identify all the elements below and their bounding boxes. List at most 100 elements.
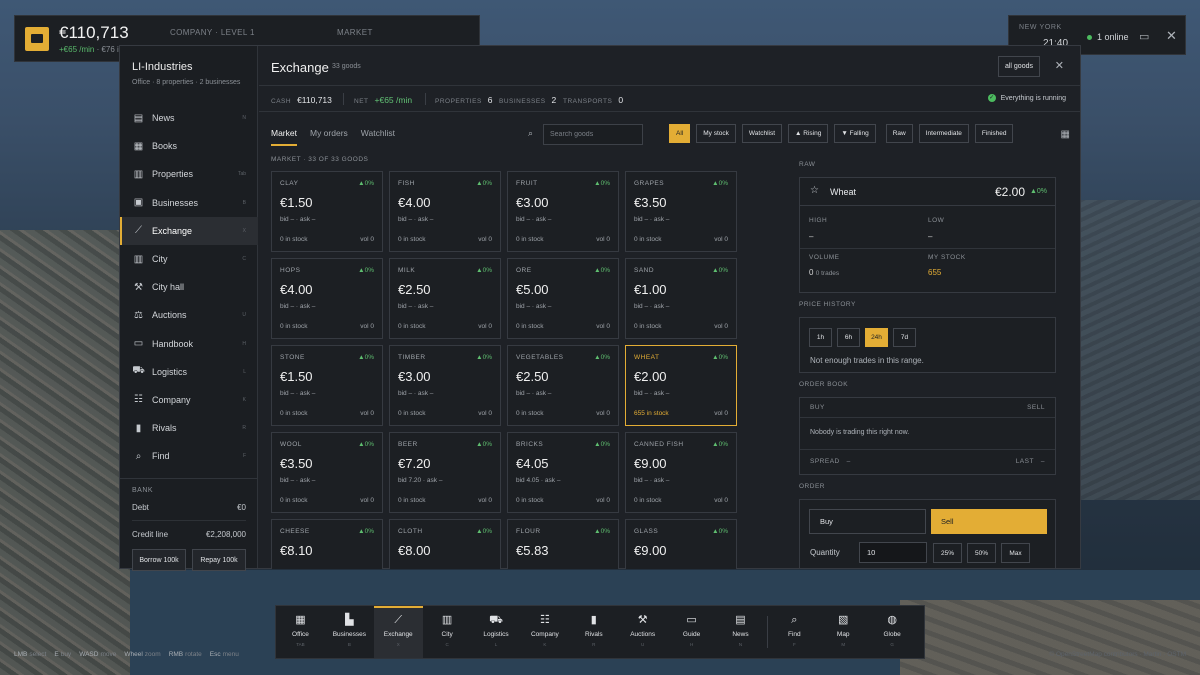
tab-watchlist[interactable]: Watchlist	[361, 128, 395, 146]
good-card-glass[interactable]: GLASS ▲0% €9.00	[625, 519, 737, 569]
good-card-milk[interactable]: MILK ▲0% €2.50 bid – · ask –0 in stock vol 0	[389, 258, 501, 339]
good-price: €1.50	[280, 195, 313, 210]
shortcut-key: L	[243, 368, 246, 375]
good-card-flour[interactable]: FLOUR ▲0% €5.83	[507, 519, 619, 569]
sidebar-item-label: Books	[152, 141, 178, 152]
good-card-clay[interactable]: CLAY ▲0% €1.50 bid – · ask –0 in stock vol 0	[271, 171, 383, 252]
filter-rising[interactable]: ▲ Rising	[788, 124, 829, 143]
good-card-vegetables[interactable]: VEGETABLES ▲0% €2.50 bid – · ask –0 in stoc…	[507, 345, 619, 426]
tab-market[interactable]: Market	[271, 128, 297, 146]
quantity-25-button[interactable]: 25%	[933, 543, 962, 563]
borrow-button[interactable]: Borrow 100k	[132, 549, 186, 571]
good-card-cloth[interactable]: CLOTH ▲0% €8.00	[389, 519, 501, 569]
dock-shortcut: C	[445, 642, 449, 647]
filter-intermediate[interactable]: Intermediate	[918, 124, 969, 143]
sidebar-item-books[interactable]: ▦ Books	[120, 132, 258, 160]
stock-count: 0 in stock	[516, 236, 544, 243]
dock-label: Logistics	[483, 631, 509, 638]
sidebar-item-auctions[interactable]: ⚖ Auctions U	[120, 301, 258, 329]
dock-item-company[interactable]: ☷ Company K	[520, 606, 569, 658]
good-card-grapes[interactable]: GRAPES ▲0% €3.50 bid – · ask –0 in stock vol…	[625, 171, 737, 252]
quantity-50-button[interactable]: 50%	[967, 543, 996, 563]
sidebar-item-businesses[interactable]: ▣ Businesses B	[120, 189, 258, 217]
tab-my-orders[interactable]: My orders	[310, 128, 348, 146]
good-card-fruit[interactable]: FRUIT ▲0% €3.00 bid – · ask –0 in stock vol …	[507, 171, 619, 252]
sidebar-item-handbook[interactable]: ▭ Handbook H	[120, 330, 258, 358]
dock-item-exchange[interactable]: ⟋ Exchange X	[373, 606, 423, 658]
sidebar-item-rivals[interactable]: ▮ Rivals R	[120, 414, 258, 442]
sidebar-item-news[interactable]: ▤ News N	[120, 104, 258, 132]
star-icon[interactable]: ☆	[810, 185, 819, 196]
good-card-bricks[interactable]: BRICKS ▲0% €4.05 bid 4.05 · ask –0 in stock…	[507, 432, 619, 513]
good-card-canned-fish[interactable]: CANNED FISH ▲0% €9.00 bid – · ask –0 in sto…	[625, 432, 737, 513]
sell-tab[interactable]: Sell	[931, 509, 1047, 534]
close-icon[interactable]: ✕	[1055, 59, 1064, 72]
good-card-fish[interactable]: FISH ▲0% €4.00 bid – · ask –0 in stock vol 0	[389, 171, 501, 252]
sidebar-item-company[interactable]: ☷ Company K	[120, 386, 258, 414]
good-card-wheat[interactable]: WHEAT ▲0% €2.00 bid – · ask –655 in stock vo…	[625, 345, 737, 426]
good-card-wool[interactable]: WOOL ▲0% €3.50 bid – · ask –0 in stock vol 0	[271, 432, 383, 513]
filter-watchlist[interactable]: Watchlist	[741, 124, 783, 143]
sidebar-item-properties[interactable]: ▥ Properties Tab	[120, 160, 258, 188]
bid-ask: bid – · ask –	[516, 390, 552, 397]
dock-item-globe[interactable]: ◍ Globe G	[868, 606, 917, 658]
range-7d-button[interactable]: 7d	[893, 328, 916, 347]
dock-shortcut: B	[347, 642, 351, 647]
sidebar-item-label: Handbook	[152, 338, 194, 349]
order-book: BUY SELL Nobody is trading this right no…	[799, 397, 1056, 475]
good-card-beer[interactable]: BEER ▲0% €7.20 bid 7.20 · ask –0 in stock vo…	[389, 432, 501, 513]
good-card-stone[interactable]: STONE ▲0% €1.50 bid – · ask –0 in stock vol …	[271, 345, 383, 426]
dock-label: Find	[788, 631, 801, 638]
sidebar-item-exchange[interactable]: ⟋ Exchange X	[120, 216, 258, 246]
dock-item-find[interactable]: ⌕ Find F	[770, 606, 819, 658]
dock-item-office[interactable]: ▦ Office TAB	[276, 606, 325, 658]
sidebar-item-find[interactable]: ⌕ Find F	[120, 442, 258, 470]
shortcut-key: H	[242, 340, 246, 347]
stock-count: 0 in stock	[280, 410, 308, 417]
stock-count: 0 in stock	[634, 236, 662, 243]
filter-all[interactable]: All	[669, 124, 691, 143]
stat-properties: PROPERTIES 6	[435, 95, 493, 105]
sidebar-item-city-hall[interactable]: ⚒ City hall	[120, 273, 258, 301]
good-card-sand[interactable]: SAND ▲0% €1.00 bid – · ask –0 in stock vol 0	[625, 258, 737, 339]
close-icon[interactable]: ✕	[1166, 28, 1177, 44]
range-24h-button[interactable]: 24h	[865, 328, 888, 347]
dock-item-logistics[interactable]: ⛟ Logistics L	[472, 606, 521, 658]
all-goods-button[interactable]: all goods	[997, 56, 1040, 77]
hint: RMB rotate	[168, 651, 202, 658]
repay-button[interactable]: Repay 100k	[192, 549, 246, 571]
filter-raw[interactable]: Raw	[885, 124, 913, 143]
sidebar-item-logistics[interactable]: ⛟ Logistics L	[120, 358, 258, 386]
dock-item-city[interactable]: ▥ City C	[423, 606, 472, 658]
good-price: €3.00	[398, 369, 431, 384]
grid-view-icon[interactable]: ▦	[1061, 129, 1070, 140]
filter-finished[interactable]: Finished	[974, 124, 1014, 143]
volume: vol 0	[478, 497, 492, 504]
quantity-input[interactable]: 10	[859, 542, 927, 563]
chat-icon[interactable]: ▭	[1139, 30, 1149, 43]
range-6h-button[interactable]: 6h	[837, 328, 860, 347]
good-card-timber[interactable]: TIMBER ▲0% €3.00 bid – · ask –0 in stock vol…	[389, 345, 501, 426]
dock-item-auctions[interactable]: ⚒ Auctions U	[618, 606, 667, 658]
dock-item-rivals[interactable]: ▮ Rivals R	[569, 606, 618, 658]
dock-item-news[interactable]: ▤ News N	[716, 606, 765, 658]
range-1h-button[interactable]: 1h	[809, 328, 832, 347]
dock-item-businesses[interactable]: ▙ Businesses B	[325, 606, 374, 658]
filter-falling[interactable]: ▼ Falling	[834, 124, 876, 143]
volume: vol 0	[596, 323, 610, 330]
sidebar-item-city[interactable]: ▥ City C	[120, 245, 258, 273]
quantity-max-button[interactable]: Max	[1001, 543, 1030, 563]
search-input[interactable]	[543, 124, 643, 145]
good-card-ore[interactable]: ORE ▲0% €5.00 bid – · ask –0 in stock vol 0	[507, 258, 619, 339]
good-card-hops[interactable]: HOPS ▲0% €4.00 bid – · ask –0 in stock vol 0	[271, 258, 383, 339]
sidebar: LI-Industries Office · 8 properties · 2 …	[120, 46, 258, 571]
dock-item-guide[interactable]: ▭ Guide H	[667, 606, 716, 658]
map-attribution: © OpenStreetMap contributors · Martin · …	[1049, 651, 1186, 658]
volume-label: VOLUME	[809, 254, 840, 261]
good-card-cheese[interactable]: CHEESE ▲0% €8.10	[271, 519, 383, 569]
dock-item-map[interactable]: ▧ Map M	[819, 606, 868, 658]
shortcut-key: K	[242, 396, 246, 403]
buy-tab[interactable]: Buy	[809, 509, 926, 534]
spread: SPREAD –	[810, 458, 851, 465]
filter-my-stock[interactable]: My stock	[696, 124, 736, 143]
